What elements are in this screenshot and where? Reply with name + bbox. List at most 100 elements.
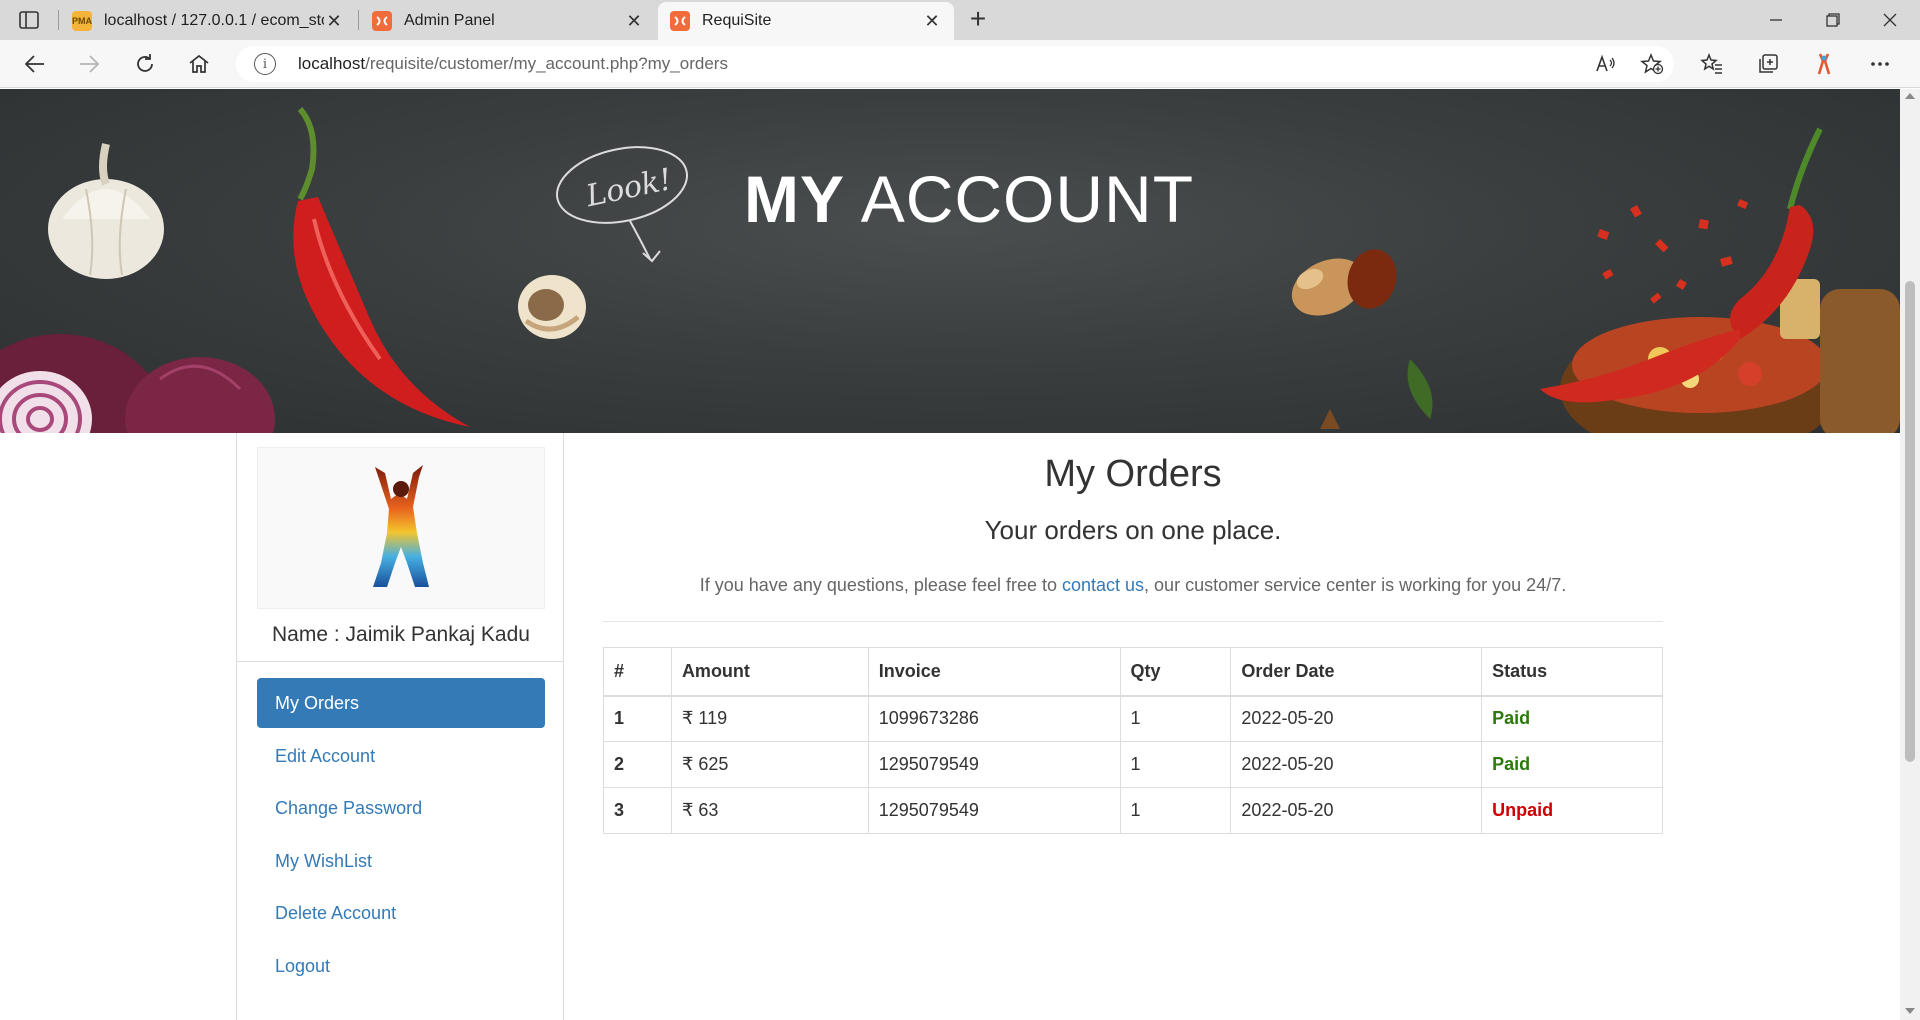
status-badge: Paid bbox=[1481, 695, 1663, 742]
chili-flakes-image bbox=[1597, 198, 1749, 304]
spice-image bbox=[1320, 409, 1340, 429]
column-header-number: # bbox=[603, 647, 672, 697]
table-row: 3 ₹ 63 1295079549 1 2022-05-20 Unpaid bbox=[603, 787, 1663, 834]
xampp-icon bbox=[372, 11, 392, 31]
column-header-amount: Amount bbox=[670, 647, 869, 697]
xampp-icon bbox=[670, 11, 690, 31]
order-qty: 1 bbox=[1119, 741, 1232, 788]
order-qty: 1 bbox=[1119, 695, 1232, 742]
profile-avatar-icon[interactable] bbox=[1808, 48, 1840, 80]
more-menu-icon[interactable] bbox=[1864, 48, 1896, 80]
order-amount: ₹ 625 bbox=[670, 741, 869, 788]
page-subtitle: Your orders on one place. bbox=[984, 515, 1282, 545]
status-badge: Unpaid bbox=[1481, 787, 1663, 834]
tab-separator bbox=[58, 10, 59, 30]
read-aloud-icon[interactable] bbox=[1590, 48, 1622, 80]
divider bbox=[603, 621, 1663, 622]
collections-icon[interactable] bbox=[1752, 48, 1784, 80]
svg-text:Look!: Look! bbox=[582, 162, 675, 214]
favorites-icon[interactable] bbox=[1696, 48, 1728, 80]
order-number: 1 bbox=[603, 695, 672, 742]
banner-title: MY ACCOUNT bbox=[744, 161, 1194, 237]
divider bbox=[237, 661, 563, 662]
table-row: 1 ₹ 119 1099673286 1 2022-05-20 Paid bbox=[603, 695, 1663, 742]
banner-illustration: Look! bbox=[0, 106, 1900, 433]
restore-button[interactable] bbox=[1805, 0, 1861, 40]
order-date: 2022-05-20 bbox=[1230, 787, 1483, 834]
url-host: localhost bbox=[298, 54, 366, 73]
tab-separator bbox=[358, 10, 359, 30]
bowl-image bbox=[1560, 279, 1900, 433]
sidebar-item-delete-account[interactable]: Delete Account bbox=[257, 888, 545, 938]
url-path: /requisite/customer/my_account.php?my_or… bbox=[365, 54, 728, 73]
nuts-image bbox=[1291, 249, 1397, 316]
close-icon[interactable]: ✕ bbox=[922, 11, 942, 32]
order-number: 3 bbox=[603, 787, 672, 834]
add-favorite-icon[interactable] bbox=[1636, 48, 1668, 80]
tab-admin-panel[interactable]: Admin Panel ✕ bbox=[360, 2, 656, 40]
account-banner: Look! MY ACCOUNT bbox=[0, 89, 1900, 433]
help-text-start: If you have any questions, please feel f… bbox=[699, 575, 1062, 595]
look-doodle-image: Look! bbox=[556, 146, 688, 263]
close-icon[interactable]: ✕ bbox=[324, 11, 344, 32]
forward-button[interactable] bbox=[72, 48, 106, 80]
order-amount: ₹ 119 bbox=[670, 695, 869, 742]
pma-icon: PMA bbox=[72, 11, 92, 31]
tab-phpmyadmin[interactable]: PMA localhost / 127.0.0.1 / ecom_stor ✕ bbox=[60, 2, 356, 40]
sidebar-item-my-orders[interactable]: My Orders bbox=[257, 678, 545, 728]
tab-title: Admin Panel bbox=[404, 12, 495, 29]
garlic-image bbox=[48, 143, 164, 279]
close-icon[interactable]: ✕ bbox=[624, 11, 644, 32]
column-header-status: Status bbox=[1481, 647, 1663, 697]
column-header-invoice: Invoice bbox=[867, 647, 1121, 697]
close-window-button[interactable] bbox=[1862, 0, 1918, 40]
refresh-button[interactable] bbox=[128, 48, 162, 80]
column-header-qty: Qty bbox=[1119, 647, 1232, 697]
tab-title: localhost / 127.0.0.1 / ecom_stor bbox=[104, 12, 324, 29]
order-invoice: 1099673286 bbox=[867, 695, 1121, 742]
column-header-order-date: Order Date bbox=[1230, 647, 1483, 697]
order-date: 2022-05-20 bbox=[1230, 741, 1483, 788]
order-amount: ₹ 63 bbox=[670, 787, 869, 834]
help-text: If you have any questions, please feel f… bbox=[603, 575, 1663, 596]
mushroom-image bbox=[518, 275, 586, 339]
sidebar-item-edit-account[interactable]: Edit Account bbox=[257, 731, 545, 781]
address-bar[interactable]: i localhost/requisite/customer/my_accoun… bbox=[236, 46, 1674, 82]
sidebar-item-logout[interactable]: Logout bbox=[257, 941, 545, 991]
orders-table: # Amount Invoice Qty Order Date Status 1… bbox=[603, 647, 1663, 834]
table-row: 2 ₹ 625 1295079549 1 2022-05-20 Paid bbox=[603, 741, 1663, 788]
order-date: 2022-05-20 bbox=[1230, 695, 1483, 742]
banner-title-bold: MY bbox=[744, 162, 845, 236]
sidebar-item-change-password[interactable]: Change Password bbox=[257, 783, 545, 833]
site-info-icon[interactable]: i bbox=[254, 53, 276, 75]
user-name: Name : Jaimik Pankaj Kadu bbox=[272, 623, 530, 646]
home-button[interactable] bbox=[182, 48, 216, 80]
account-sidebar: Name : Jaimik Pankaj Kadu My Orders Edit… bbox=[236, 433, 564, 1020]
back-button[interactable] bbox=[18, 48, 52, 80]
scroll-up-icon[interactable] bbox=[1905, 93, 1915, 99]
contact-us-link[interactable]: contact us bbox=[1062, 575, 1144, 595]
chili-pepper-image bbox=[293, 106, 470, 427]
avatar bbox=[257, 447, 545, 609]
scroll-down-icon[interactable] bbox=[1905, 1008, 1915, 1014]
help-text-end: , our customer service center is working… bbox=[1144, 575, 1567, 595]
sidebar-item-my-wishlist[interactable]: My WishList bbox=[257, 836, 545, 886]
table-header-row: # Amount Invoice Qty Order Date Status bbox=[603, 647, 1663, 697]
banner-title-rest: ACCOUNT bbox=[860, 162, 1195, 236]
page-scrollbar[interactable] bbox=[1900, 89, 1920, 1020]
scrollbar-thumb[interactable] bbox=[1905, 281, 1915, 762]
order-invoice: 1295079549 bbox=[867, 787, 1121, 834]
leaf-image bbox=[1407, 359, 1433, 419]
address-toolbar: i localhost/requisite/customer/my_accoun… bbox=[0, 40, 1920, 88]
browser-tab-bar: PMA localhost / 127.0.0.1 / ecom_stor ✕ … bbox=[0, 0, 1920, 40]
new-tab-button[interactable]: + bbox=[964, 5, 992, 34]
minimize-button[interactable] bbox=[1748, 0, 1804, 40]
tab-actions-icon[interactable] bbox=[14, 8, 44, 32]
order-number: 2 bbox=[603, 741, 672, 788]
tab-title: RequiSite bbox=[702, 12, 772, 29]
tab-requisite[interactable]: RequiSite ✕ bbox=[658, 2, 954, 40]
profile-figure-image bbox=[373, 465, 429, 587]
web-page: Look! MY ACCOUNT Name: Jaimik Pankaj Ka… bbox=[0, 89, 1900, 1020]
onion-image bbox=[0, 334, 275, 433]
order-invoice: 1295079549 bbox=[867, 741, 1121, 788]
